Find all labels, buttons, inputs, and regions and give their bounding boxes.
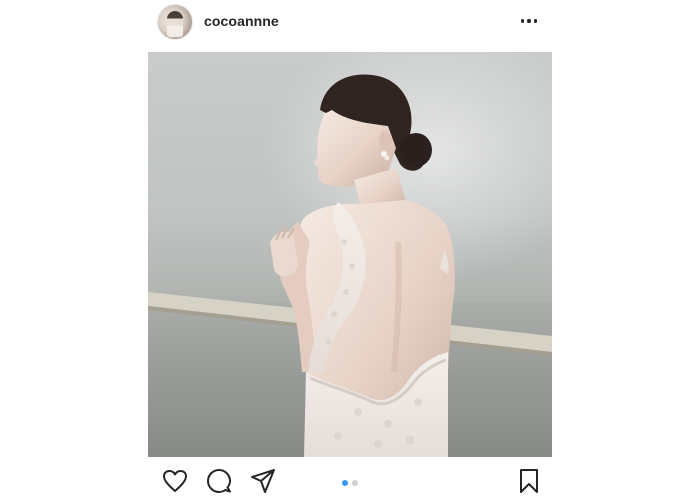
carousel-dot-active[interactable] (342, 480, 348, 486)
post-header: cocoannne (148, 0, 552, 46)
heart-icon[interactable] (160, 466, 190, 496)
carousel-indicator (342, 480, 358, 486)
bookmark-icon[interactable] (514, 466, 544, 496)
comment-icon[interactable] (204, 466, 234, 496)
carousel-dot[interactable] (352, 480, 358, 486)
username[interactable]: cocoannne (204, 13, 279, 29)
more-options-icon[interactable] (520, 15, 538, 27)
avatar[interactable] (158, 5, 192, 39)
paper-plane-icon[interactable] (248, 466, 278, 496)
post-photo[interactable] (148, 52, 552, 457)
post-actions-bar (148, 466, 552, 500)
bride-photo-illustration (148, 74, 552, 457)
